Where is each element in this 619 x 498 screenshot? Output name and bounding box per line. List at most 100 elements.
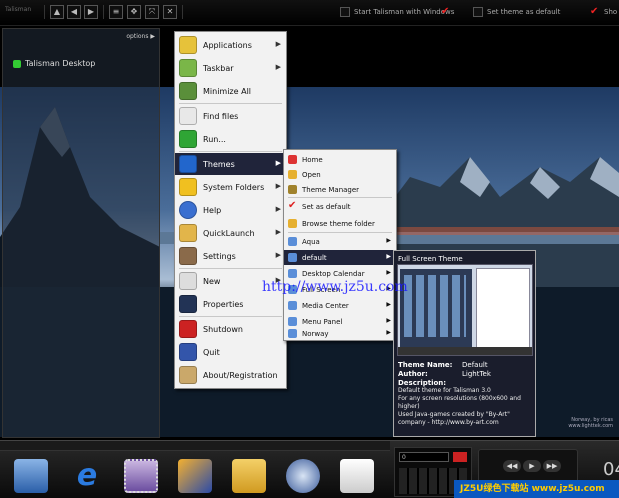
description-line: company - http://www.by-art.com [398,419,499,426]
talisman-desktop-label: Talisman Desktop [25,59,96,68]
menu-separator [288,232,392,233]
themes-item-home[interactable]: Home [284,152,396,167]
menu-item-themes[interactable]: Themes ▶ [175,153,286,175]
menu-item-system-folders[interactable]: System Folders ▶ [175,176,286,198]
theme-icon [288,317,297,326]
preview-title: Full Screen Theme [398,255,463,263]
menu-item-label: Menu Panel [302,318,343,326]
keys-icon [179,366,197,384]
menu-item-label: QuickLaunch [203,229,255,238]
theme-preview-tooltip: Full Screen Theme Theme Name: Default Au… [393,250,536,437]
menu-item-label: Taskbar [203,64,234,73]
themes-item-aqua[interactable]: Aqua ▶ [284,234,396,249]
menu-item-label: Shutdown [203,325,243,334]
folder-icon[interactable] [232,459,266,493]
desktop-panel: options ▶ Talisman Desktop [2,28,160,438]
theme-icon [288,253,297,262]
submenu-arrow-icon: ▶ [275,182,281,190]
checkmark-icon: ✔ [288,200,297,211]
toolbar-separator [103,5,104,19]
toolbar-forward-button[interactable]: ▶ [84,5,98,19]
theme-description-label: Description: [398,379,447,387]
menu-item-find-files[interactable]: Find files [175,105,286,127]
media-play-button[interactable]: ▶ [523,460,541,472]
toolbar-separator [44,5,45,19]
toolbar-move-icon[interactable]: ✥ [127,5,141,19]
menu-item-label: Desktop Calendar [302,270,365,278]
themes-item-default[interactable]: default ▶ [284,250,396,265]
submenu-arrow-icon: ▶ [275,63,281,71]
checkmark-icon: ✔ [441,6,450,17]
magnifier-icon [179,107,197,125]
toolbar-up-button[interactable]: ▲ [50,5,64,19]
winamp-icon[interactable] [178,459,212,493]
menu-item-label: About/Registration [203,371,278,380]
run-icon [179,130,197,148]
folder-icon [288,219,297,228]
internet-explorer-icon[interactable]: e [70,459,104,493]
menu-item-label: Properties [203,300,244,309]
submenu-arrow-icon: ▶ [275,205,281,213]
menu-item-label: Norway [302,330,329,338]
menu-item-taskbar[interactable]: Taskbar ▶ [175,57,286,79]
menu-item-shutdown[interactable]: Shutdown [175,318,286,340]
submenu-arrow-icon: ▶ [386,269,391,276]
minimize-all-icon [179,82,197,100]
themes-item-theme-manager[interactable]: Theme Manager [284,182,396,197]
themes-item-browse-folder[interactable]: Browse theme folder [284,216,396,231]
submenu-arrow-icon: ▶ [275,228,281,236]
media-forward-button[interactable]: ▶▶ [543,460,561,472]
set-default-label: Set theme as default [487,8,561,16]
taskbar-red-button[interactable] [453,452,467,462]
toolbar-cut-icon[interactable]: ≡ [109,5,123,19]
theme-icon [288,237,297,246]
menu-item-applications[interactable]: Applications ▶ [175,34,286,56]
applications-icon [179,36,197,54]
menu-item-label: Help [203,206,222,215]
photo-credit: Norway, by ricas www.lighttek.com [568,417,613,429]
taskbar-input[interactable]: 0 [399,452,449,462]
screenshot-taskbar [398,347,532,355]
themes-item-open[interactable]: Open [284,167,396,182]
themes-item-set-default[interactable]: ✔ Set as default [284,199,396,214]
menu-item-help[interactable]: Help ▶ [175,199,286,221]
menu-item-label: Aqua [302,238,320,246]
menu-item-label: System Folders [203,183,265,192]
toolbar-back-button[interactable]: ◀ [67,5,81,19]
menu-item-label: Run... [203,135,226,144]
taskbar-strip [0,441,390,451]
themes-item-norway[interactable]: Norway ▶ [284,326,396,341]
my-computer-icon[interactable] [14,459,48,493]
help-icon [179,201,197,219]
home-icon [288,155,297,164]
stamp-icon[interactable] [124,459,158,493]
submenu-arrow-icon: ▶ [275,40,281,48]
toolbar-resize-icon[interactable]: ⤧ [145,5,159,19]
menu-separator [179,103,282,104]
menu-item-quit[interactable]: Quit [175,341,286,363]
menu-item-minimize-all[interactable]: Minimize All [175,80,286,102]
talisman-desktop-item[interactable]: Talisman Desktop [13,59,95,68]
checkmark-icon: ✔ [590,6,599,17]
menu-item-about[interactable]: About/Registration [175,364,286,386]
menu-separator [179,316,282,317]
toolbar-close-icon[interactable]: ✕ [163,5,177,19]
theme-name-label: Theme Name: [398,361,453,369]
themes-item-media-center[interactable]: Media Center ▶ [284,298,396,313]
submenu-arrow-icon: ▶ [386,301,391,308]
set-default-checkbox[interactable] [473,7,483,17]
start-with-windows-checkbox[interactable] [340,7,350,17]
panel-options-button[interactable]: options ▶ [126,33,155,40]
theme-manager-icon [288,185,297,194]
submenu-arrow-icon: ▶ [275,251,281,259]
media-player-icon[interactable] [286,459,320,493]
notepad-icon[interactable] [340,459,374,493]
menu-item-label: Theme Manager [302,186,360,194]
media-rewind-button[interactable]: ◀◀ [503,460,521,472]
menu-item-run[interactable]: Run... [175,128,286,150]
menu-item-label: Browse theme folder [302,220,375,228]
menu-item-settings[interactable]: Settings ▶ [175,245,286,267]
menu-item-quicklaunch[interactable]: QuickLaunch ▶ [175,222,286,244]
top-toolbar: Talisman ▲ ◀ ▶ ≡ ✥ ⤧ ✕ Start Talisman wi… [0,0,619,26]
menu-item-properties[interactable]: Properties [175,293,286,315]
